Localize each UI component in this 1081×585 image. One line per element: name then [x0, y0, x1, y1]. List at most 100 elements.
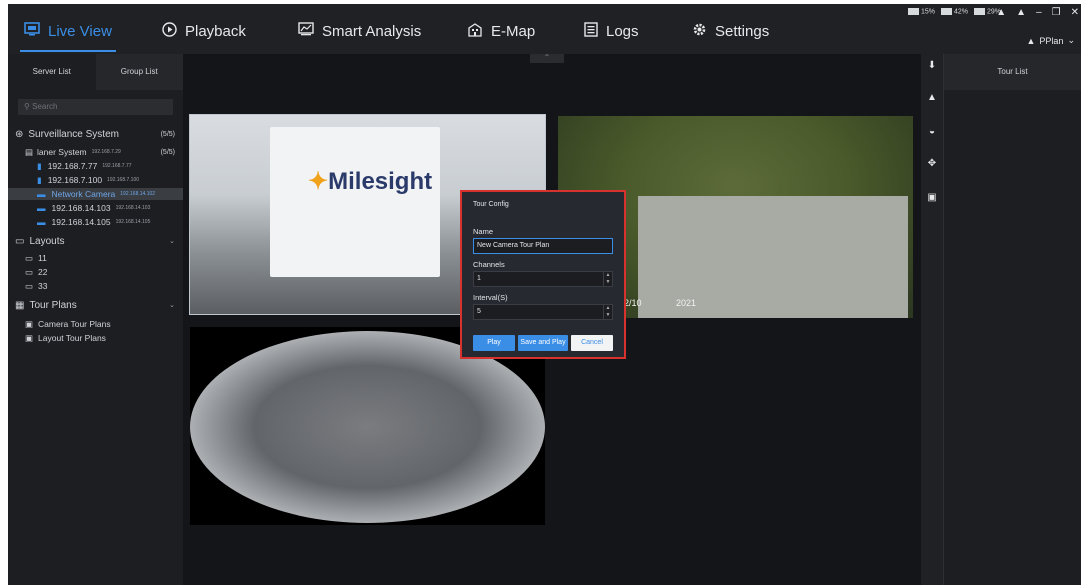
- camera-icon: ▬: [37, 189, 46, 199]
- tree-server[interactable]: ▤ laner System 192.168.7.29 (5/5): [8, 146, 183, 158]
- tab-group-list[interactable]: Group List: [95, 54, 183, 90]
- cpu-status: 15%: [907, 8, 935, 15]
- gear-icon: [692, 22, 707, 41]
- layout-item-icon: ▭: [25, 266, 34, 277]
- user-name: PPlan: [1039, 35, 1064, 46]
- tree-layout-item[interactable]: ▭ 33: [8, 280, 183, 292]
- account-icon: ▲: [1026, 35, 1036, 46]
- user-icon[interactable]: ▲: [996, 7, 1006, 18]
- cancel-button[interactable]: Cancel: [571, 335, 613, 351]
- bell-icon[interactable]: ▲: [1016, 7, 1026, 18]
- chevron-down-icon: ⌄: [169, 238, 175, 245]
- tree-device-3[interactable]: ▬ Network Camera 192.168.14.102: [8, 188, 183, 200]
- layout-tour-plans-label: Layout Tour Plans: [38, 333, 106, 343]
- layout-item-icon: ▭: [25, 280, 34, 291]
- vehicle-icon[interactable]: ◒: [926, 126, 938, 138]
- nav-playback[interactable]: Playback: [162, 20, 246, 42]
- device-ip: 192.168.7.77: [102, 163, 132, 169]
- tree-surveillance-count: (5/5): [160, 130, 175, 138]
- interval-stepper[interactable]: 5 ▲ ▼: [473, 304, 613, 320]
- building-icon: [467, 22, 483, 41]
- nav-logs[interactable]: Logs: [584, 20, 639, 42]
- tour-list-title: Tour List: [944, 54, 1081, 90]
- nav-live-view-label: Live View: [48, 22, 112, 40]
- left-panel: Server List Group List ⚲ Search ⊛ Survei…: [8, 54, 183, 585]
- camera-icon: ▬: [37, 217, 46, 227]
- layout-item-label: 11: [38, 253, 47, 263]
- restore-icon[interactable]: ❐: [1052, 7, 1061, 18]
- milesight-logo: ✦Milesight: [308, 168, 433, 195]
- name-field[interactable]: New Camera Tour Plan: [473, 238, 613, 254]
- tree-device-2[interactable]: ▮ 192.168.7.100 192.168.7.100: [8, 174, 183, 186]
- layout-icon: ▭: [15, 235, 25, 247]
- window-controls: ▲ ▲ – ❐ ✕: [996, 7, 1079, 18]
- active-tab-indicator: [20, 50, 116, 52]
- interval-label: Interval(S): [473, 293, 508, 302]
- memory-status: 42%: [940, 8, 968, 15]
- nav-settings[interactable]: Settings: [692, 20, 769, 42]
- user-menu[interactable]: ▲ PPlan ⌄: [1027, 35, 1076, 46]
- search-placeholder: Search: [32, 102, 58, 111]
- device-ip: 192.168.14.103: [115, 205, 151, 211]
- app-window: Live View Playback Smart Analysis E-Map: [8, 4, 1081, 585]
- play-circle-icon: [162, 21, 177, 41]
- tree-layout-item[interactable]: ▭ 11: [8, 252, 183, 264]
- stepper-arrows-icon[interactable]: ▲ ▼: [603, 272, 612, 286]
- nav-logs-label: Logs: [606, 22, 639, 40]
- layout-item-label: 22: [38, 267, 48, 277]
- tree-server-label: laner System: [37, 147, 87, 157]
- list-icon: [584, 21, 598, 41]
- channels-stepper[interactable]: 1 ▲ ▼: [473, 271, 613, 287]
- system-status: 15% 42% 29%: [907, 8, 1001, 15]
- pin-icon[interactable]: ⬇: [926, 60, 938, 72]
- stepper-arrows-icon[interactable]: ▲ ▼: [603, 305, 612, 319]
- minimize-icon[interactable]: –: [1036, 7, 1042, 18]
- network-icon: [973, 8, 985, 15]
- search-input[interactable]: ⚲ Search: [18, 99, 173, 115]
- video-overlay-year: 2021: [676, 298, 697, 308]
- tour-icon[interactable]: ▣: [926, 192, 938, 204]
- name-label: Name: [473, 227, 494, 236]
- tree-surveillance-system[interactable]: ⊛ Surveillance System (5/5): [8, 128, 183, 140]
- tree-layouts[interactable]: ▭ Layouts ⌄: [8, 235, 183, 247]
- device-label: 192.168.7.100: [47, 175, 103, 185]
- tree-surveillance-label: Surveillance System: [28, 128, 119, 140]
- tree-tour-plans[interactable]: ▦ Tour Plans ⌄: [8, 299, 183, 311]
- tour-plans-icon: ▦: [15, 299, 25, 311]
- nav-emap[interactable]: E-Map: [467, 20, 535, 42]
- right-toolbar: ⬇ ▲ ◒ ✥ ▣: [921, 54, 943, 585]
- nav-emap-label: E-Map: [491, 22, 536, 40]
- tab-server-list[interactable]: Server List: [8, 54, 96, 90]
- nav-settings-label: Settings: [715, 22, 770, 40]
- nav-live-view[interactable]: Live View: [24, 20, 112, 42]
- alarm-bell-icon[interactable]: ▲: [926, 92, 938, 104]
- save-and-play-button[interactable]: Save and Play: [518, 335, 568, 351]
- layout-tour-icon: ▣: [25, 332, 34, 343]
- tree-layout-tour-plans[interactable]: ▣ Layout Tour Plans: [8, 332, 183, 344]
- server-icon: ▤: [25, 146, 34, 157]
- nav-playback-label: Playback: [185, 22, 246, 40]
- device-ip: 192.168.14.105: [115, 219, 151, 225]
- tree-device-5[interactable]: ▬ 192.168.14.105 192.168.14.105: [8, 216, 183, 228]
- tree-server-count: (5/5): [160, 148, 175, 156]
- ptz-icon[interactable]: ✥: [926, 158, 938, 170]
- tree-camera-tour-plans[interactable]: ▣ Camera Tour Plans: [8, 318, 183, 330]
- tree-device-4[interactable]: ▬ 192.168.14.103 192.168.14.103: [8, 202, 183, 214]
- camera-icon: ▬: [37, 203, 46, 213]
- camera-tour-icon: ▣: [25, 318, 34, 329]
- chevron-down-icon: ⌄: [1067, 35, 1075, 45]
- tour-config-dialog: Tour Config Name New Camera Tour Plan Ch…: [460, 190, 626, 359]
- chart-icon: [298, 22, 314, 40]
- close-icon[interactable]: ✕: [1071, 7, 1079, 18]
- play-button[interactable]: Play: [473, 335, 515, 351]
- layout-item-icon: ▭: [25, 252, 34, 263]
- camera-icon: ▮: [37, 160, 42, 171]
- channels-label: Channels: [473, 260, 505, 269]
- tree-device-1[interactable]: ▮ 192.168.7.77 192.168.7.77: [8, 160, 183, 172]
- tree-layout-item[interactable]: ▭ 22: [8, 266, 183, 278]
- tree-tour-plans-label: Tour Plans: [29, 299, 77, 311]
- globe-icon: ⊛: [15, 128, 24, 140]
- memory-icon: [940, 8, 952, 15]
- collapse-topbar-handle[interactable]: ⌃: [530, 54, 564, 63]
- nav-smart-analysis[interactable]: Smart Analysis: [298, 20, 421, 42]
